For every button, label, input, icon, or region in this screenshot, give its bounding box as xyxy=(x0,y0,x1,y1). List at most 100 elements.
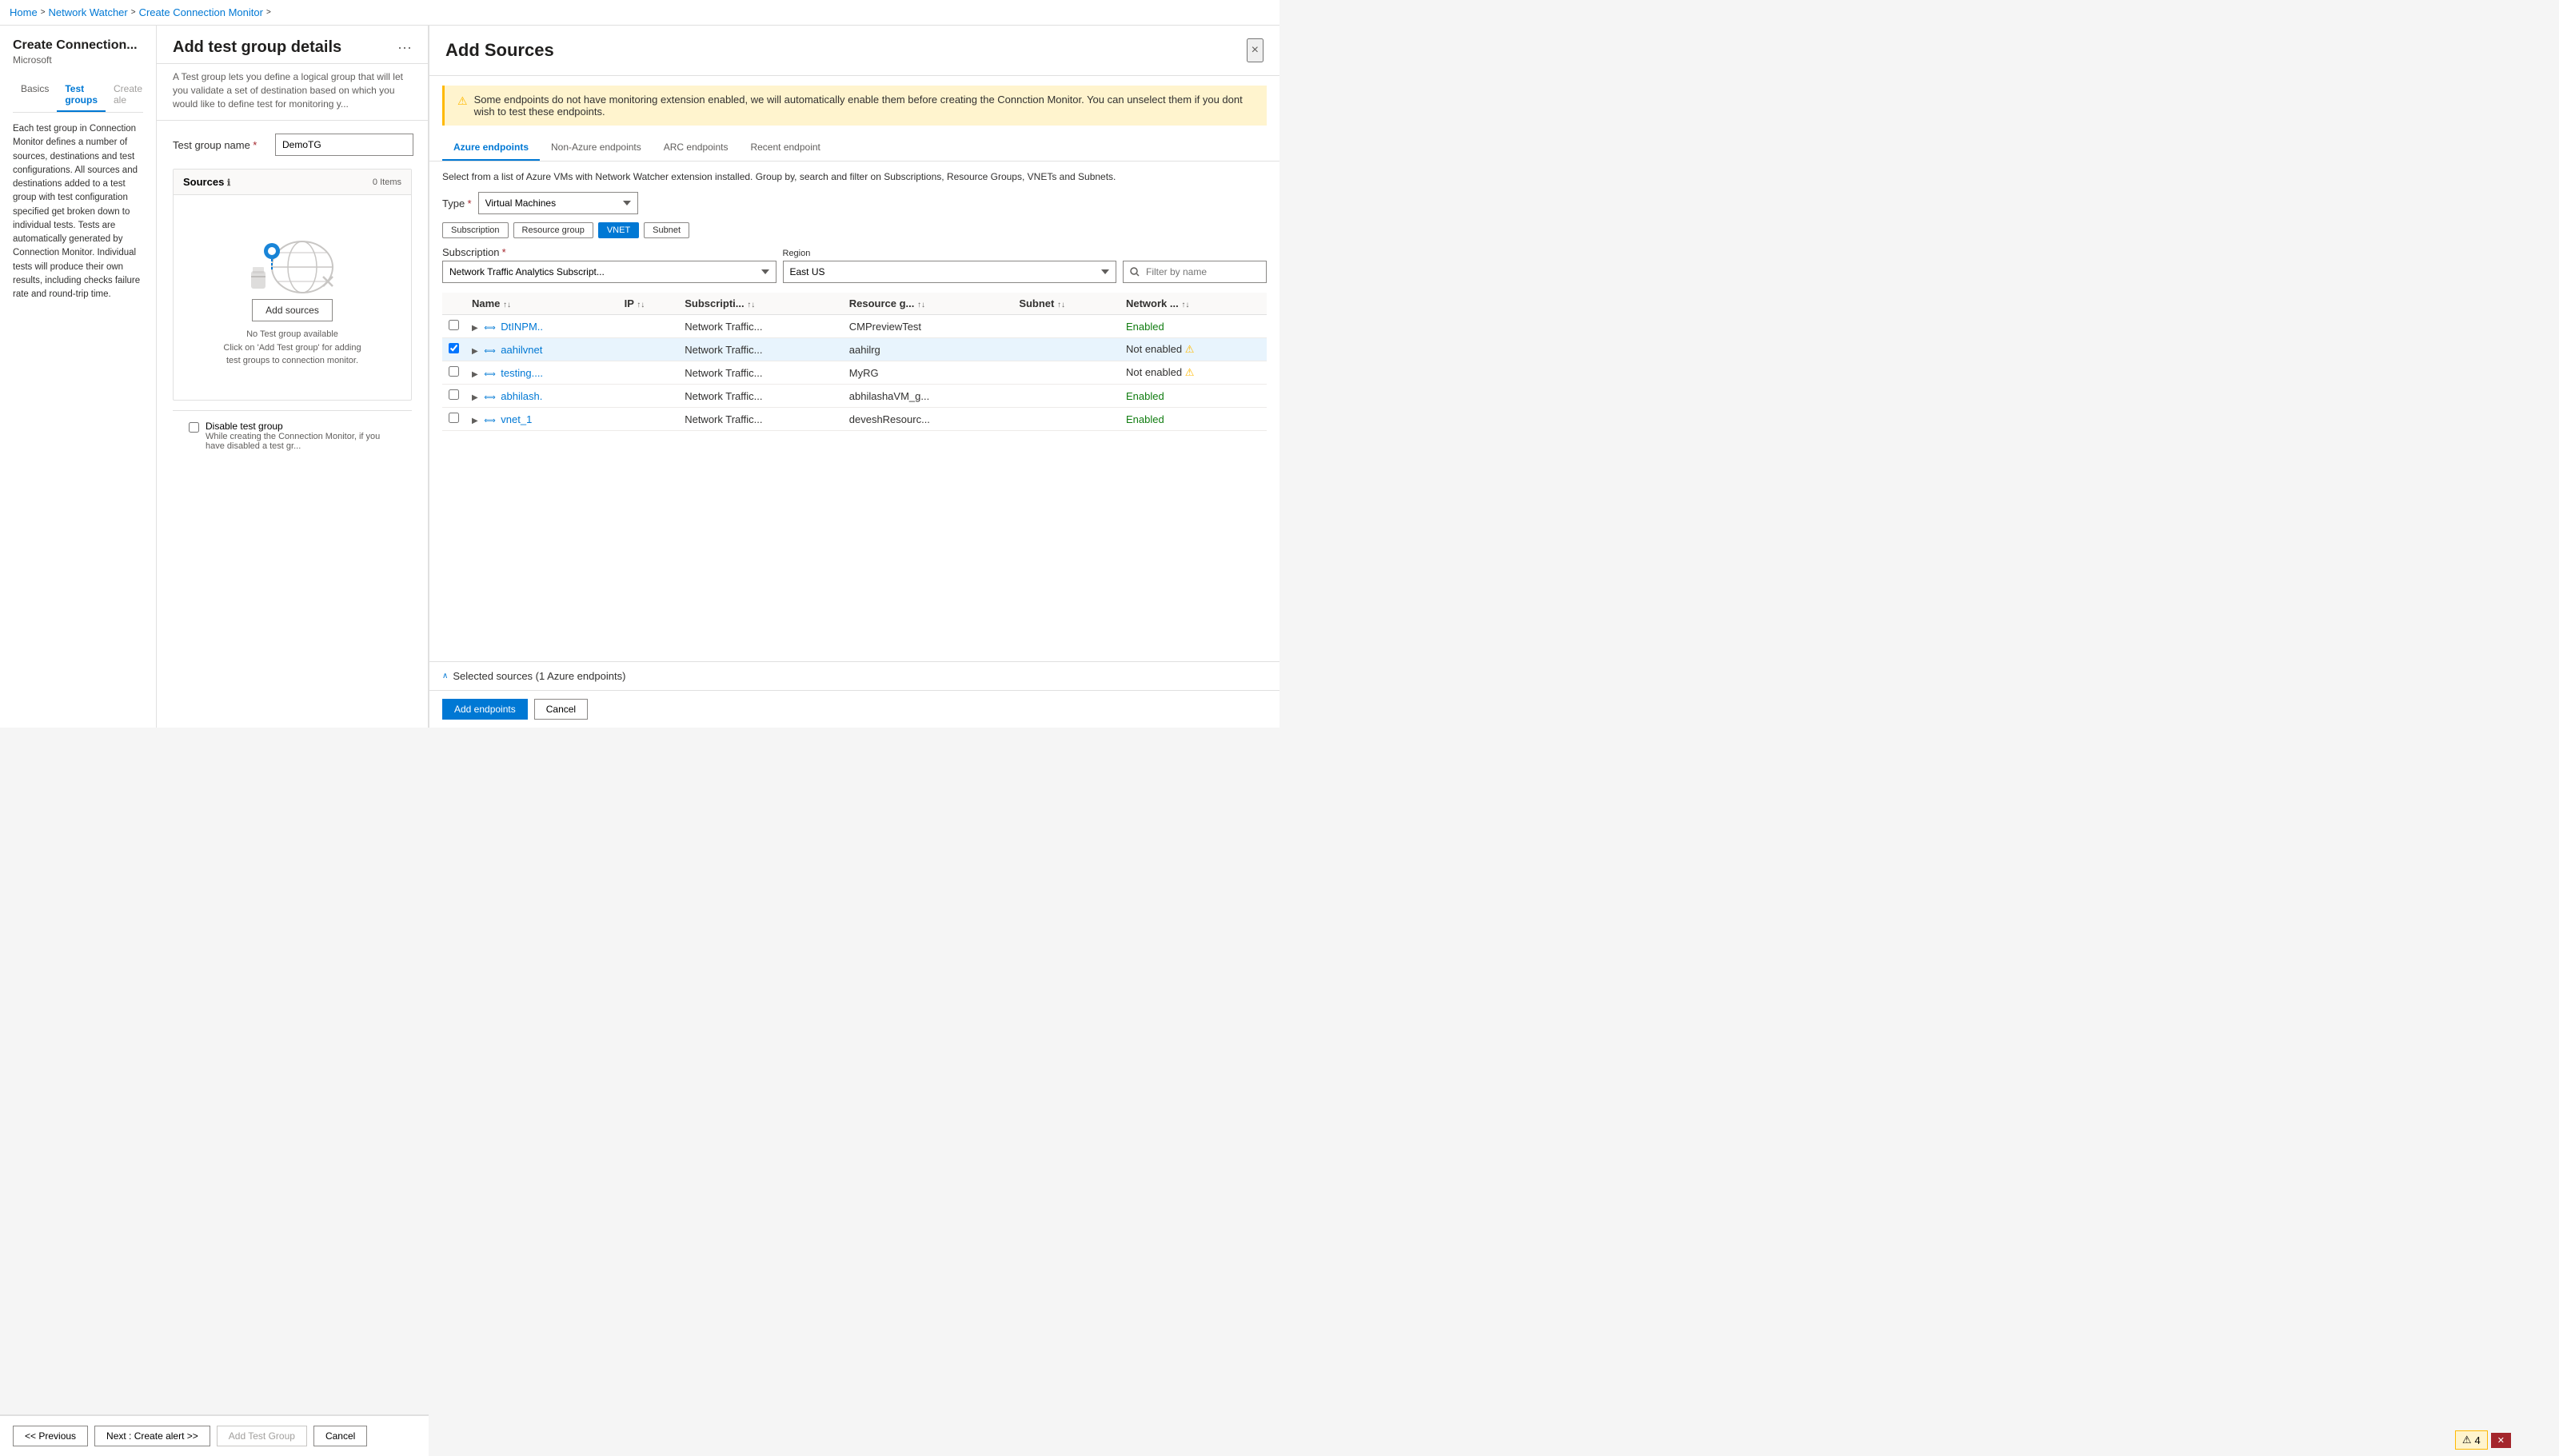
sort-rg-icon: ↑↓ xyxy=(917,301,925,309)
no-test-group-text: No Test group availableClick on 'Add Tes… xyxy=(223,328,361,368)
row1-check-cell xyxy=(442,315,465,338)
warning-text: Some endpoints do not have monitoring ex… xyxy=(474,94,1254,118)
row2-name-cell: ▶ ⟺ aahilvnet xyxy=(465,338,618,361)
disable-check-desc: While creating the Connection Monitor, i… xyxy=(206,432,396,451)
globe-pin-illustration xyxy=(245,227,341,299)
row4-checkbox[interactable] xyxy=(449,389,459,400)
breadcrumb-network-watcher[interactable]: Network Watcher xyxy=(49,6,128,18)
next-button[interactable]: Next : Create alert >> xyxy=(94,1426,210,1446)
type-select[interactable]: Virtual Machines xyxy=(478,192,638,214)
row2-ip-cell xyxy=(618,338,679,361)
breadcrumb-create-connection-monitor[interactable]: Create Connection Monitor xyxy=(139,6,263,18)
tab-non-azure-endpoints[interactable]: Non-Azure endpoints xyxy=(540,135,653,161)
row2-vm-link[interactable]: aahilvnet xyxy=(501,344,542,356)
row3-check-cell xyxy=(442,361,465,385)
row2-subnet-cell xyxy=(1012,338,1120,361)
chip-subnet[interactable]: Subnet xyxy=(644,222,689,238)
chip-subscription[interactable]: Subscription xyxy=(442,222,509,238)
col-network[interactable]: Network ... ↑↓ xyxy=(1120,293,1267,315)
row2-network-cell: Not enabled ⚠ xyxy=(1120,338,1267,361)
filter-by-name-input[interactable] xyxy=(1123,261,1267,283)
close-panel-button[interactable]: × xyxy=(1247,38,1264,62)
main-header: Add test group details ··· xyxy=(157,26,428,64)
error-close-button[interactable]: ✕ xyxy=(2491,1433,2511,1448)
cancel-button[interactable]: Cancel xyxy=(313,1426,367,1446)
tab-basics[interactable]: Basics xyxy=(13,78,57,112)
row2-warning-icon: ⚠ xyxy=(1185,343,1195,355)
region-select[interactable]: East US xyxy=(783,261,1117,283)
breadcrumb-home[interactable]: Home xyxy=(10,6,38,18)
col-subscription[interactable]: Subscripti... ↑↓ xyxy=(678,293,843,315)
row5-name-cell: ▶ ⟺ vnet_1 xyxy=(465,408,618,431)
add-sources-button[interactable]: Add sources xyxy=(252,299,333,321)
type-filter-row: Type * Virtual Machines xyxy=(442,192,1267,214)
row3-subnet-cell xyxy=(1012,361,1120,385)
row1-ip-cell xyxy=(618,315,679,338)
col-subnet[interactable]: Subnet ↑↓ xyxy=(1012,293,1120,315)
endpoint-tabs: Azure endpoints Non-Azure endpoints ARC … xyxy=(429,135,1280,162)
tab-recent-endpoint[interactable]: Recent endpoint xyxy=(739,135,831,161)
row1-checkbox[interactable] xyxy=(449,320,459,330)
row5-checkbox[interactable] xyxy=(449,413,459,423)
error-warning-badge[interactable]: ⚠ 4 xyxy=(2455,1430,2488,1450)
tab-test-groups[interactable]: Test groups xyxy=(57,78,106,112)
row1-vm-link[interactable]: DtINPM.. xyxy=(501,321,543,333)
subscription-field: Subscription * Network Traffic Analytics… xyxy=(442,246,776,283)
test-group-name-field: Test group name * xyxy=(173,134,412,156)
row1-rg-cell: CMPreviewTest xyxy=(843,315,1013,338)
add-test-group-button[interactable]: Add Test Group xyxy=(217,1426,307,1446)
disable-test-group-checkbox[interactable] xyxy=(189,422,199,433)
sidebar-title: Create Connection... xyxy=(13,38,143,53)
test-group-name-input[interactable] xyxy=(275,134,413,156)
row3-expand-btn[interactable]: ▶ xyxy=(472,370,478,379)
tab-arc-endpoints[interactable]: ARC endpoints xyxy=(653,135,740,161)
selected-sources-bar: ∧ Selected sources (1 Azure endpoints) xyxy=(429,661,1280,690)
col-check xyxy=(442,293,465,315)
row4-expand-btn[interactable]: ▶ xyxy=(472,393,478,402)
subscription-label: Subscription * xyxy=(442,246,776,258)
row1-subnet-cell xyxy=(1012,315,1120,338)
chip-resource-group[interactable]: Resource group xyxy=(513,222,593,238)
row4-vm-link[interactable]: abhilash. xyxy=(501,390,542,402)
row5-subnet-cell xyxy=(1012,408,1120,431)
chevron-up-icon[interactable]: ∧ xyxy=(442,672,448,680)
panel-cancel-button[interactable]: Cancel xyxy=(534,699,588,720)
add-sources-panel: Add Sources × ⚠ Some endpoints do not ha… xyxy=(429,26,1280,728)
row2-vm-icon: ⟺ xyxy=(484,347,495,356)
row2-checkbox[interactable] xyxy=(449,343,459,353)
row2-expand-btn[interactable]: ▶ xyxy=(472,347,478,356)
col-name[interactable]: Name ↑↓ xyxy=(465,293,618,315)
row2-sub-cell: Network Traffic... xyxy=(678,338,843,361)
row3-vm-link[interactable]: testing.... xyxy=(501,367,543,379)
filter-chips: Subscription Resource group VNET Subnet xyxy=(442,222,1267,238)
row3-checkbox[interactable] xyxy=(449,366,459,377)
col-ip[interactable]: IP ↑↓ xyxy=(618,293,679,315)
row2-rg-cell: aahilrg xyxy=(843,338,1013,361)
sidebar-subtitle: Microsoft xyxy=(13,54,143,66)
row5-expand-btn[interactable]: ▶ xyxy=(472,417,478,425)
row1-expand-btn[interactable]: ▶ xyxy=(472,324,478,333)
main-more-options[interactable]: ··· xyxy=(397,39,412,56)
sort-ip-icon: ↑↓ xyxy=(637,301,645,309)
sidebar: Create Connection... Microsoft Basics Te… xyxy=(0,26,157,728)
nav-tabs: Basics Test groups Create ale ... xyxy=(13,78,143,113)
previous-button[interactable]: << Previous xyxy=(13,1426,88,1446)
error-count: 4 xyxy=(2475,1434,2481,1446)
col-resource-group[interactable]: Resource g... ↑↓ xyxy=(843,293,1013,315)
sidebar-description: Each test group in Connection Monitor de… xyxy=(13,122,143,301)
row4-ip-cell xyxy=(618,385,679,408)
disable-check-label: Disable test group xyxy=(206,421,396,432)
add-endpoints-button[interactable]: Add endpoints xyxy=(442,699,528,720)
row5-network-status: Enabled xyxy=(1126,413,1164,425)
subscription-select[interactable]: Network Traffic Analytics Subscript... xyxy=(442,261,776,283)
row5-vm-link[interactable]: vnet_1 xyxy=(501,413,532,425)
tab-azure-endpoints[interactable]: Azure endpoints xyxy=(442,135,540,161)
chip-vnet[interactable]: VNET xyxy=(598,222,639,238)
table-header: Name ↑↓ IP ↑↓ Subscripti... ↑↓ Reso xyxy=(442,293,1267,315)
error-badge: ⚠ 4 ✕ xyxy=(2455,1430,2511,1450)
table-row: ▶ ⟺ DtINPM.. Network Traffic... CMPrevie… xyxy=(442,315,1267,338)
main-description: A Test group lets you define a logical g… xyxy=(157,64,428,121)
row1-network-status: Enabled xyxy=(1126,321,1164,333)
row4-check-cell xyxy=(442,385,465,408)
row1-name-cell: ▶ ⟺ DtINPM.. xyxy=(465,315,618,338)
